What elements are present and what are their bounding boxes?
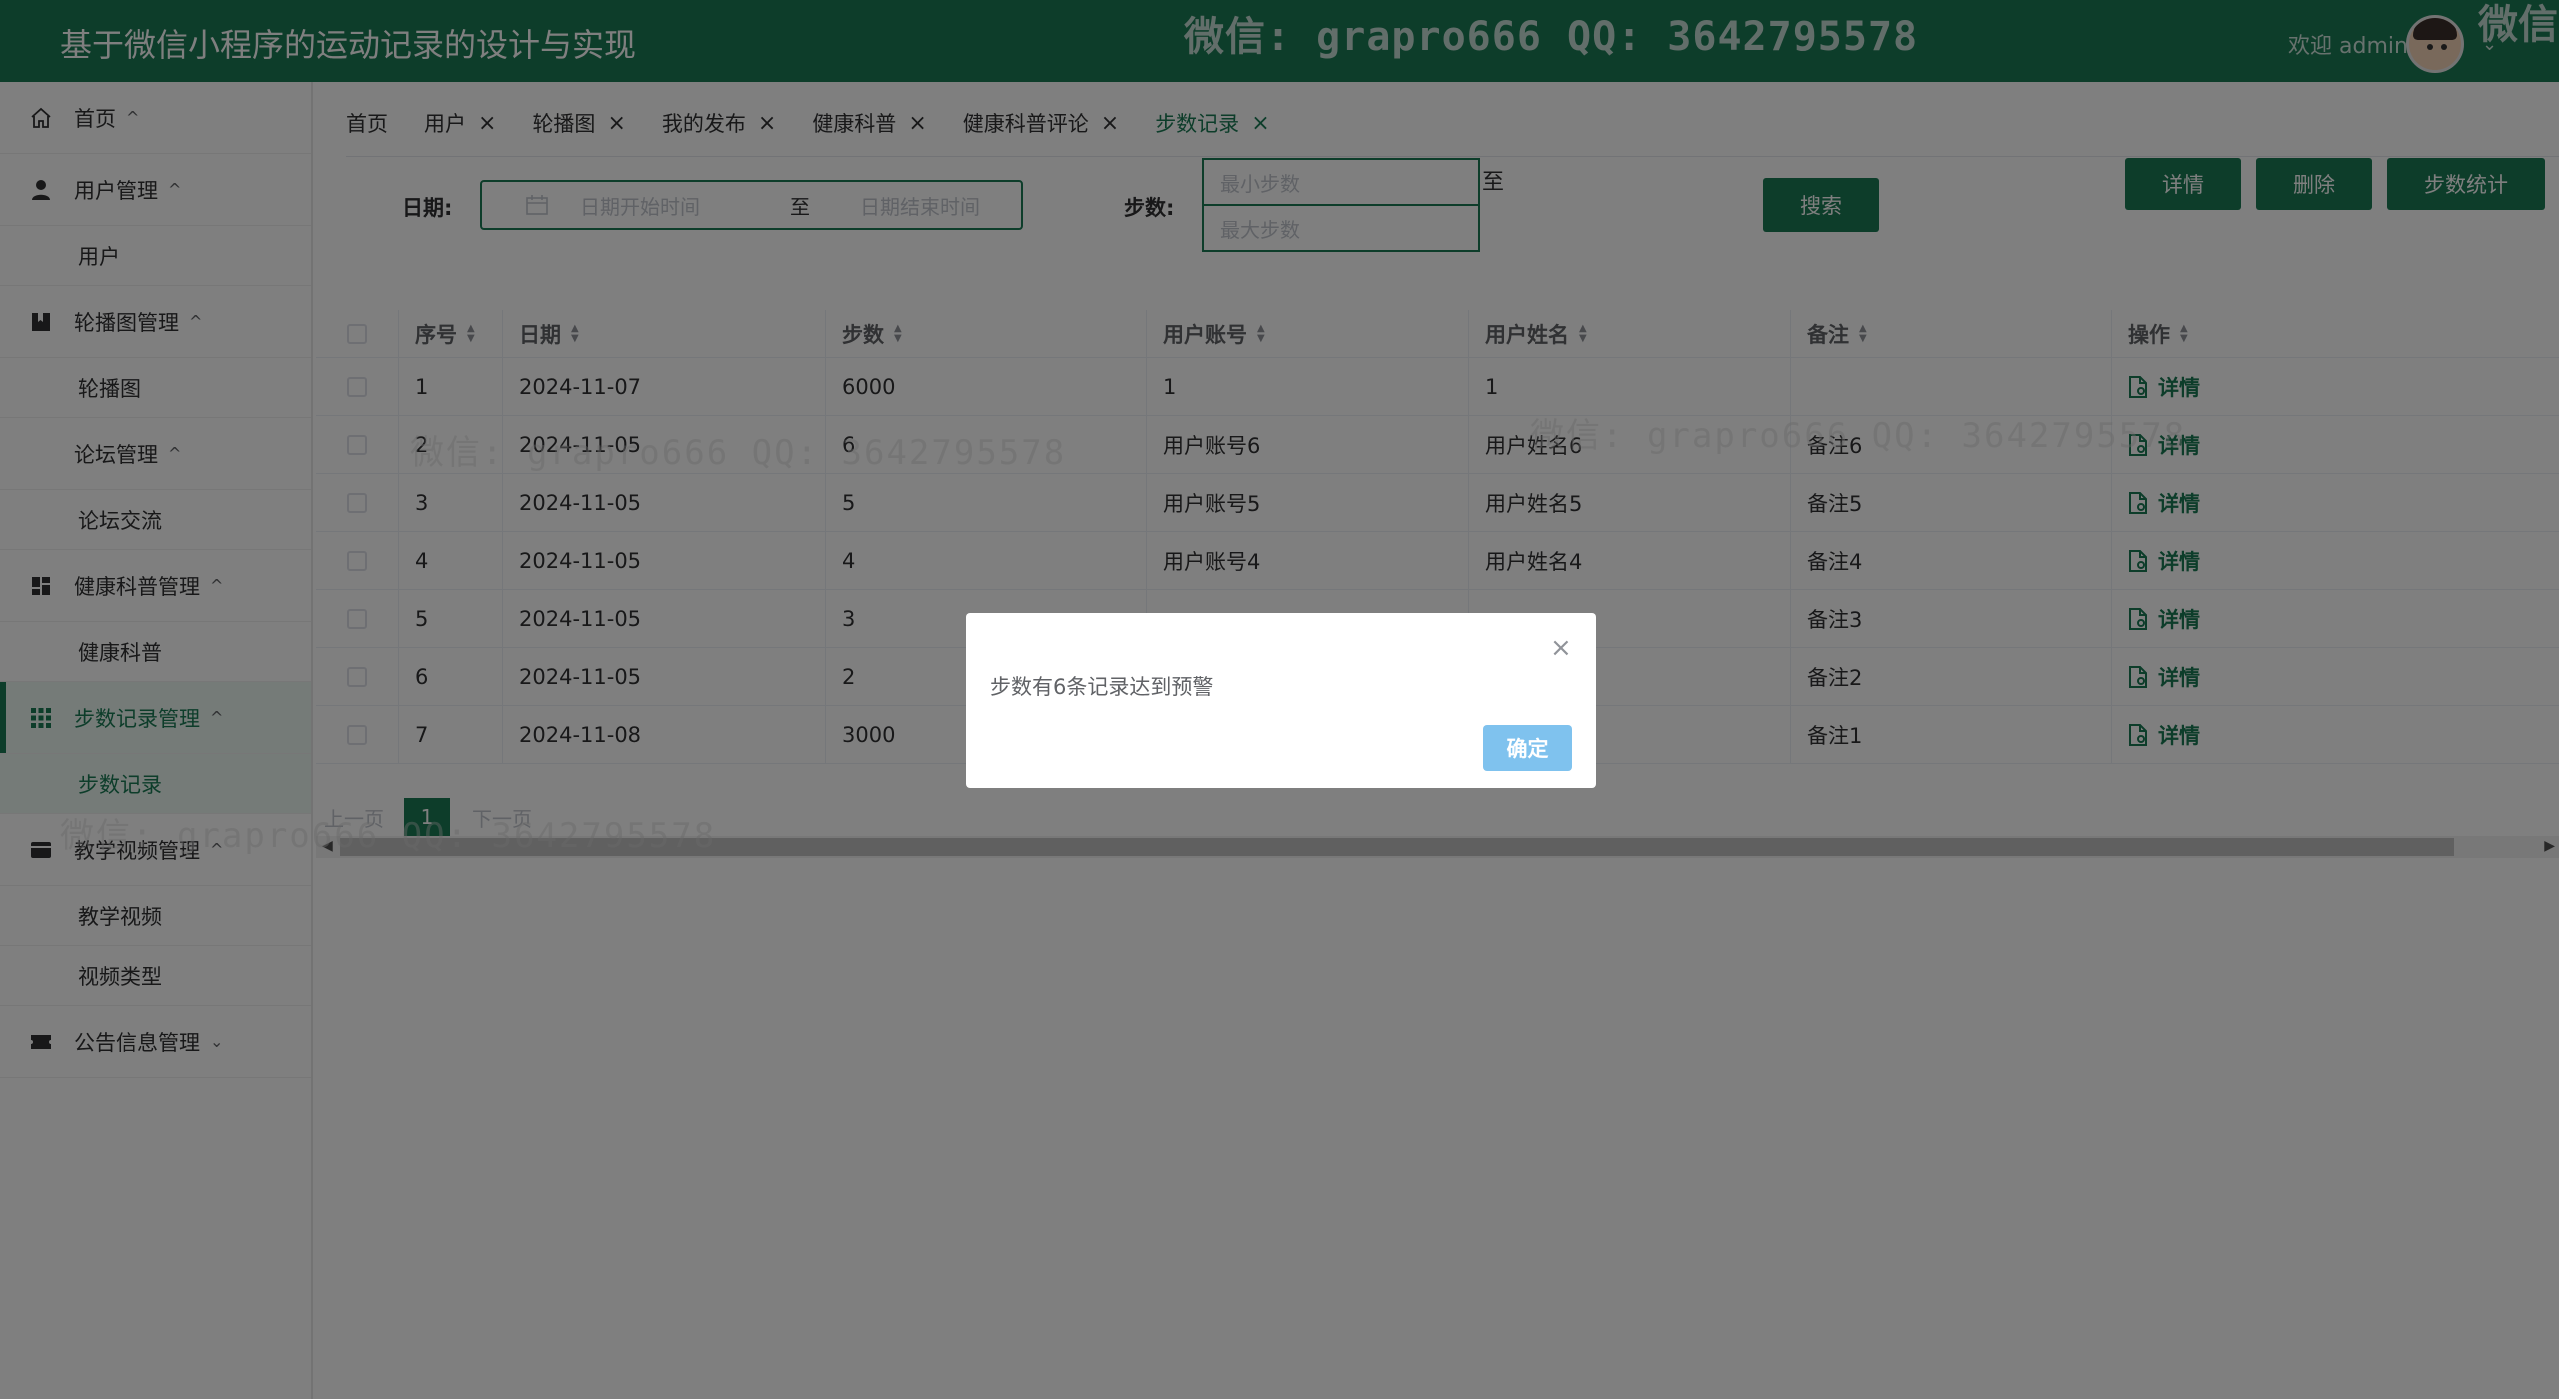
- close-icon[interactable]: ×: [1550, 633, 1572, 663]
- warning-dialog: × 步数有6条记录达到预警 确定: [966, 613, 1596, 788]
- confirm-button[interactable]: 确定: [1483, 725, 1572, 771]
- dialog-message: 步数有6条记录达到预警: [990, 675, 1214, 699]
